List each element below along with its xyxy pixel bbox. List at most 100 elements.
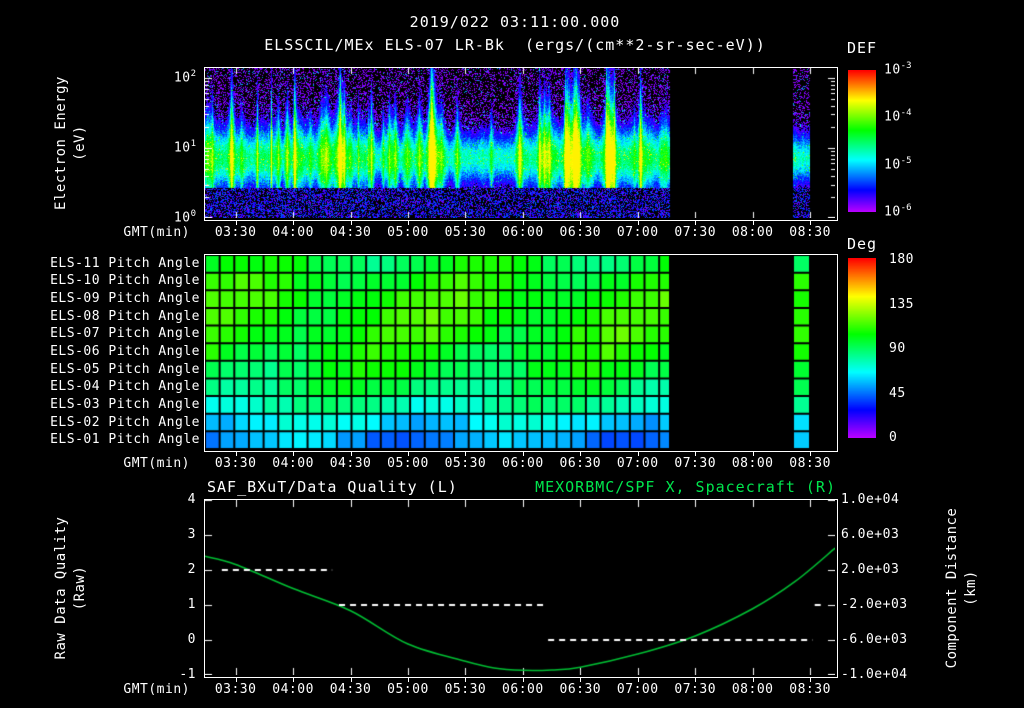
time-axis-tick-mark	[465, 677, 467, 682]
time-tick-label: 06:30	[559, 682, 602, 697]
exp-exponent: -4	[900, 108, 912, 119]
energy-tick-label: 101	[174, 139, 196, 156]
exp-exponent: 0	[190, 209, 196, 220]
quality-orbit-line-panel	[204, 499, 838, 678]
quality-tick-label: 0	[187, 631, 196, 647]
time-axis-tick-mark	[752, 451, 754, 456]
time-axis-tick-mark	[695, 677, 697, 682]
quality-axis-label-line2: (Raw)	[72, 565, 88, 611]
quality-axis-label-line1: Raw Data Quality	[53, 516, 69, 660]
deg-colorbar-title: Deg	[847, 235, 878, 253]
time-tick-label: 05:30	[444, 225, 487, 240]
exp-exponent: 2	[190, 68, 196, 79]
energy-axis-label: Electron Energy (eV)	[52, 13, 90, 273]
time-axis-tick-mark	[637, 220, 639, 225]
time-axis-tick-mark	[522, 451, 524, 456]
time-tick-label: 04:30	[329, 682, 372, 697]
time-tick-label: 07:00	[616, 225, 659, 240]
pitch-row-label: ELS-11 Pitch Angle	[50, 255, 200, 271]
time-axis-tick-mark	[522, 677, 524, 682]
plot-datetime-title: 2019/022 03:11:00.000	[409, 13, 621, 31]
time-axis-tick-mark	[235, 677, 237, 682]
distance-tick-label: -6.0e+03	[841, 631, 908, 647]
distance-tick-label: 2.0e+03	[841, 561, 900, 577]
quality-tick-label: 3	[187, 526, 196, 542]
time-axis-tick-mark	[752, 220, 754, 225]
time-axis-tick-mark	[580, 451, 582, 456]
time-tick-label: 07:30	[674, 225, 717, 240]
distance-axis-label-line1: Component Distance	[944, 507, 960, 669]
deg-colorbar-tick-label: 0	[889, 429, 898, 445]
pitch-row-label: ELS-10 Pitch Angle	[50, 273, 200, 289]
time-tick-label: 03:30	[214, 682, 257, 697]
deg-colorbar	[848, 258, 876, 438]
time-axis-tick-mark	[235, 220, 237, 225]
time-tick-label: 03:30	[214, 456, 257, 471]
cdaweb-multipanel-plot: 2019/022 03:11:00.000 ELSSCIL/MEx ELS-07…	[0, 0, 1024, 708]
def-colorbar-tick-label: 10-6	[884, 203, 912, 220]
time-axis-tick-mark	[580, 677, 582, 682]
exp-exponent: -6	[900, 203, 912, 214]
time-tick-label: 04:30	[329, 225, 372, 240]
time-tick-label: 06:30	[559, 225, 602, 240]
quality-axis-label: Raw Data Quality (Raw)	[52, 458, 90, 708]
time-axis-tick-mark	[235, 451, 237, 456]
time-tick-label: 06:00	[502, 682, 544, 697]
time-axis-tick-mark	[293, 451, 295, 456]
gmt-axis-label: GMT(min)	[123, 456, 190, 471]
deg-colorbar-tick-label: 45	[889, 385, 906, 401]
time-axis-tick-mark	[350, 220, 352, 225]
time-axis-tick-mark	[407, 451, 409, 456]
time-tick-label: 08:30	[789, 456, 831, 471]
pitch-row-label: ELS-03 Pitch Angle	[50, 396, 200, 412]
quality-orbit-canvas	[205, 500, 835, 675]
distance-axis-label: Component Distance (km)	[943, 458, 981, 708]
distance-axis-label-line2: (km)	[963, 570, 979, 606]
time-tick-label: 06:00	[502, 456, 544, 471]
pitch-row-label: ELS-05 Pitch Angle	[50, 361, 200, 377]
quality-tick-label: 2	[187, 561, 196, 577]
exp-base: 10	[884, 62, 901, 78]
pitch-row-label: ELS-08 Pitch Angle	[50, 308, 200, 324]
time-tick-label: 06:30	[559, 456, 602, 471]
energy-tick-label: 100	[174, 209, 196, 226]
quality-series-title: SAF_BXuT/Data Quality (L)	[207, 478, 458, 496]
time-axis-tick-mark	[465, 220, 467, 225]
quality-tick-label: 1	[187, 596, 196, 612]
time-tick-label: 06:00	[502, 225, 544, 240]
time-tick-label: 05:30	[444, 682, 487, 697]
quality-tick-label: -1	[179, 666, 196, 682]
exp-base: 10	[884, 204, 901, 220]
exp-exponent: 1	[190, 139, 196, 150]
time-axis-tick-mark	[465, 451, 467, 456]
plot-instrument-title: ELSSCIL/MEx ELS-07 LR-Bk (ergs/(cm**2-sr…	[264, 36, 766, 54]
time-tick-label: 07:30	[674, 456, 717, 471]
time-tick-label: 07:00	[616, 456, 659, 471]
time-axis-tick-mark	[695, 220, 697, 225]
def-colorbar	[848, 70, 876, 212]
time-axis-tick-mark	[522, 220, 524, 225]
energy-axis-label-line1: Electron Energy	[53, 76, 69, 210]
pitch-row-label: ELS-04 Pitch Angle	[50, 379, 200, 395]
energy-tick-label: 102	[173, 68, 196, 86]
time-tick-label: 04:30	[329, 456, 372, 471]
time-tick-label: 03:30	[214, 225, 257, 240]
time-tick-label: 08:30	[789, 225, 831, 240]
deg-colorbar-tick-label: 90	[889, 340, 906, 356]
time-tick-label: 04:00	[272, 225, 314, 240]
time-tick-label: 08:30	[789, 682, 831, 697]
time-axis-tick-mark	[350, 677, 352, 682]
time-axis-tick-mark	[407, 220, 409, 225]
time-axis-tick-mark	[810, 677, 812, 682]
time-tick-label: 04:00	[272, 682, 314, 697]
time-axis-tick-mark	[810, 451, 812, 456]
pitch-row-label: ELS-09 Pitch Angle	[50, 290, 200, 306]
gmt-axis-label: GMT(min)	[123, 682, 190, 697]
def-colorbar-tick-label: 10-3	[884, 61, 912, 78]
exp-base: 10	[884, 109, 901, 125]
exp-base: 10	[173, 70, 191, 86]
exp-base: 10	[884, 157, 901, 173]
time-axis-tick-mark	[637, 451, 639, 456]
distance-tick-label: -2.0e+03	[841, 596, 908, 612]
time-tick-label: 05:00	[387, 456, 429, 471]
